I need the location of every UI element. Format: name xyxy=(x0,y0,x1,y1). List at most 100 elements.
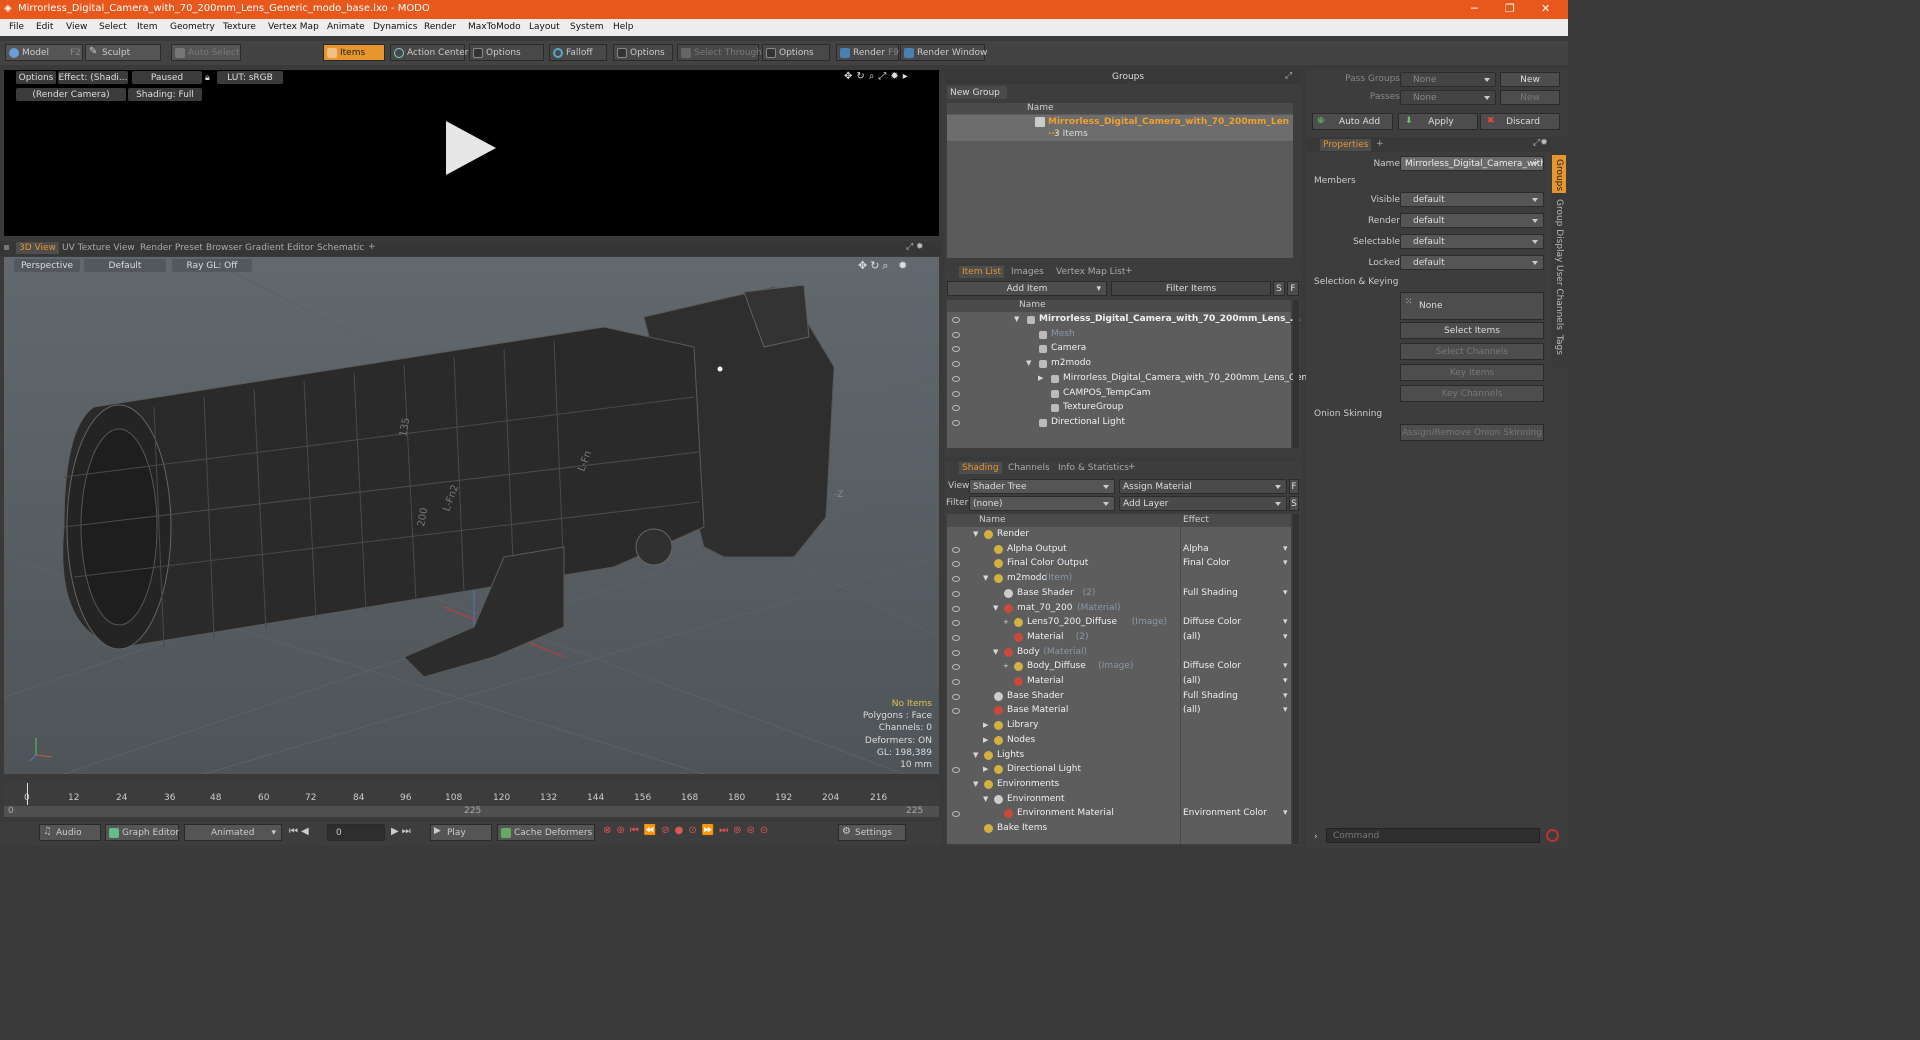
shader-row[interactable]: ▶ Directional Light xyxy=(947,763,1291,778)
item-list-scrollbar[interactable] xyxy=(1293,300,1299,448)
visibility-eye-icon[interactable] xyxy=(952,375,960,382)
key-tool-icons[interactable]: ⊗⊛⏮⏪⊘●⊙⏩⏭⊚⊜⊝ xyxy=(603,825,833,839)
chevron-down-icon[interactable]: ▾ xyxy=(1283,691,1288,701)
play-icon[interactable] xyxy=(444,121,498,175)
sculpt-button[interactable]: ✎ Sculpt xyxy=(85,44,161,61)
tab-properties[interactable]: Properties xyxy=(1320,139,1372,151)
menu-view[interactable]: View xyxy=(66,22,87,32)
chevron-down-icon[interactable]: ▾ xyxy=(1283,558,1288,568)
visibility-eye-icon[interactable] xyxy=(952,561,960,568)
tab-gradient-editor[interactable]: Gradient Editor xyxy=(245,243,314,253)
close-icon[interactable]: ✕ xyxy=(1541,2,1550,15)
add-layer-dropdown[interactable]: Add Layer xyxy=(1119,496,1287,511)
expand-arrow-icon[interactable]: ▶ xyxy=(983,736,988,744)
visibility-eye-icon[interactable] xyxy=(952,590,960,597)
menu-select[interactable]: Select xyxy=(99,22,127,32)
menu-dynamics[interactable]: Dynamics xyxy=(373,22,417,32)
visibility-eye-icon[interactable] xyxy=(952,317,960,323)
shader-effect[interactable]: Diffuse Color xyxy=(1183,617,1241,627)
shader-row[interactable]: ▼ mat_70_200 (Material) xyxy=(947,602,1291,617)
item-list-s-button[interactable]: S xyxy=(1273,281,1285,296)
expand-arrow-icon[interactable]: + xyxy=(1003,662,1009,670)
tab-shading[interactable]: Shading xyxy=(959,462,1002,474)
shader-row[interactable]: ▼ Environments xyxy=(947,778,1291,793)
visibility-eye-icon[interactable] xyxy=(952,767,960,774)
expand-arrow-icon[interactable]: + xyxy=(1003,618,1009,626)
paused-button[interactable]: Paused xyxy=(132,71,202,84)
item-row[interactable]: Camera xyxy=(947,342,1291,357)
item-list-f-button[interactable]: F xyxy=(1287,281,1299,296)
selection-keying-section[interactable]: Selection & Keying xyxy=(1314,277,1398,287)
expand-arrow-icon[interactable]: ▼ xyxy=(973,751,978,759)
expand-arrow-icon[interactable]: ▼ xyxy=(973,780,978,788)
visibility-eye-icon[interactable] xyxy=(952,811,960,818)
cache-deformers-button[interactable]: Cache Deformers xyxy=(497,824,595,841)
menu-file[interactable]: File xyxy=(9,22,24,32)
visibility-eye-icon[interactable] xyxy=(952,405,960,412)
render-window-button[interactable]: Render Window xyxy=(900,44,987,61)
add-tab-button[interactable]: + xyxy=(1376,139,1384,149)
render-preview[interactable]: Options Effect: (Shadi... Paused 🔒︎ LUT:… xyxy=(4,70,939,236)
none-button[interactable]: ⁙ None xyxy=(1400,292,1544,320)
command-input[interactable]: Command xyxy=(1326,828,1540,843)
shader-row[interactable]: ▼ Lights xyxy=(947,749,1291,764)
menu-system[interactable]: System xyxy=(570,22,604,32)
select-through-button[interactable]: Select Through xyxy=(677,44,762,61)
chevron-down-icon[interactable]: ▾ xyxy=(1283,588,1288,598)
menu-layout[interactable]: Layout xyxy=(529,22,560,32)
auto-select-button[interactable]: Auto Select xyxy=(171,44,241,61)
menu-maxtomodo[interactable]: MaxToModo xyxy=(468,22,521,32)
shader-row[interactable]: Base Shader Full Shading ▾ xyxy=(947,690,1291,705)
expand-arrow-icon[interactable]: ▼ xyxy=(1026,359,1031,367)
visibility-eye-icon[interactable] xyxy=(952,346,960,353)
tab-images[interactable]: Images xyxy=(1011,267,1044,277)
visibility-eye-icon[interactable] xyxy=(952,664,960,671)
item-row[interactable]: ▼ Mirrorless_Digital_Camera_with_70_200mm… xyxy=(947,313,1300,328)
3d-viewport[interactable]: L-Fn2 200 135 L-Fn -Z Perspective Defaul… xyxy=(4,257,939,774)
step-forward-icons[interactable]: ▶⏭ xyxy=(391,826,414,837)
item-row[interactable]: TextureGroup xyxy=(947,401,1291,416)
visibility-eye-icon[interactable] xyxy=(952,419,960,426)
members-section[interactable]: Members xyxy=(1314,176,1356,186)
properties-maximize-icon[interactable]: ⤢✹ xyxy=(1533,138,1548,148)
chevron-down-icon[interactable]: ▾ xyxy=(1283,617,1288,627)
side-tab-user-channels[interactable]: User Channels xyxy=(1554,265,1564,330)
shader-effect[interactable]: Full Shading xyxy=(1183,588,1238,598)
frame-input[interactable]: 0 xyxy=(327,824,385,841)
auto-add-button[interactable]: ⊕ Auto Add xyxy=(1312,113,1393,130)
chevron-down-icon[interactable]: ▾ xyxy=(1283,808,1288,818)
apply-button[interactable]: ⬇ Apply xyxy=(1398,113,1478,130)
maximize-icon[interactable]: ❐ xyxy=(1505,2,1515,15)
visibility-eye-icon[interactable] xyxy=(952,708,960,715)
render-dropdown[interactable]: default xyxy=(1400,213,1544,228)
groups-list[interactable]: Name Mirrorless_Digital_Camera_with_70_2… xyxy=(947,103,1293,258)
shader-row[interactable]: ▶ Library xyxy=(947,719,1291,734)
select-channels-button[interactable]: Select Channels xyxy=(1400,343,1544,360)
shader-effect[interactable]: Final Color xyxy=(1183,558,1230,568)
shader-effect[interactable]: Diffuse Color xyxy=(1183,661,1241,671)
visibility-eye-icon[interactable] xyxy=(952,576,960,583)
visibility-eye-icon[interactable] xyxy=(952,546,960,553)
shader-row[interactable]: + Lens70_200_Diffuse (Image) Diffuse Color ▾ xyxy=(947,616,1291,631)
shader-row[interactable]: Base Shader (2) Full Shading ▾ xyxy=(947,587,1291,602)
render-camera-dropdown[interactable]: (Render Camera) xyxy=(16,88,126,101)
shader-row[interactable]: Material (2) (all) ▾ xyxy=(947,631,1291,646)
visibility-eye-icon[interactable] xyxy=(952,605,960,612)
expand-arrow-icon[interactable]: ▼ xyxy=(993,604,998,612)
chevron-down-icon[interactable]: ▾ xyxy=(1283,705,1288,715)
chevron-down-icon[interactable]: ▾ xyxy=(1283,544,1288,554)
shading-default-dropdown[interactable]: Default xyxy=(84,259,166,272)
passes-dropdown[interactable]: None xyxy=(1400,90,1496,105)
shader-row[interactable]: Alpha Output Alpha ▾ xyxy=(947,543,1291,558)
shading-f-button[interactable]: F xyxy=(1289,479,1299,494)
shader-row[interactable]: ▶ Nodes xyxy=(947,734,1291,749)
visibility-eye-icon[interactable] xyxy=(952,620,960,627)
tab-schematic[interactable]: Schematic xyxy=(317,243,364,253)
menu-vertex-map[interactable]: Vertex Map xyxy=(268,22,319,32)
key-items-button[interactable]: Key Items xyxy=(1400,364,1544,381)
preview-nav-icons[interactable]: ✥↻⌕⤢✹▸ xyxy=(844,71,936,83)
shader-effect[interactable]: Full Shading xyxy=(1183,691,1238,701)
tab-render-preset-browser[interactable]: Render Preset Browser xyxy=(140,243,242,253)
tab-3d-view[interactable]: 3D View xyxy=(16,242,59,254)
playhead[interactable] xyxy=(27,783,28,805)
